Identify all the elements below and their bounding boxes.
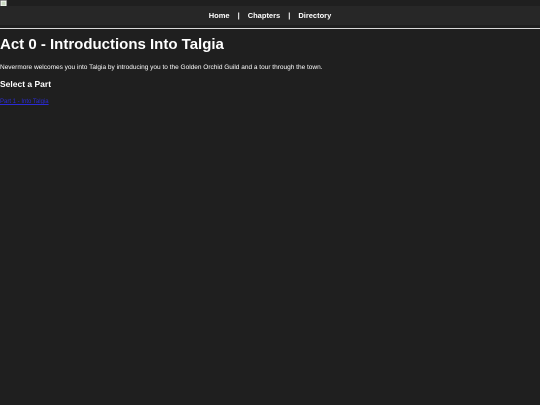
nav-home-link[interactable]: Home [209,11,230,20]
nav-divider [0,28,540,29]
part-1-link[interactable]: Part 1 - Into Talgia [0,98,49,106]
nav-separator: | [288,11,291,20]
main-content: Act 0 - Introductions Into Talgia Neverm… [0,36,530,108]
nav-separator: | [237,11,240,20]
select-part-heading: Select a Part [0,79,52,89]
nav-directory-link[interactable]: Directory [298,11,331,20]
page-title: Act 0 - Introductions Into Talgia [0,36,224,53]
act-description: Nevermore welcomes you into Talgia by in… [0,64,323,71]
page: Home | Chapters | Directory Act 0 - Intr… [0,0,540,405]
top-navbar: Home | Chapters | Directory [0,6,540,25]
nav-chapters-link[interactable]: Chapters [248,11,281,20]
